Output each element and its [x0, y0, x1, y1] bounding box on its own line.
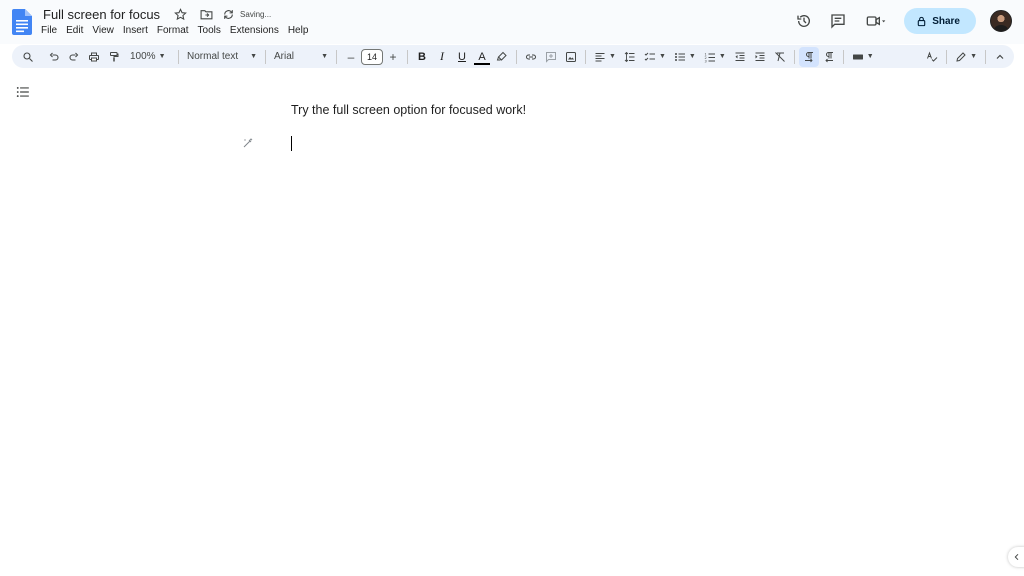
saving-status: Saving...: [240, 9, 272, 19]
toolbar-divider: [336, 49, 337, 64]
title-row: Full screen for focus Saving...: [41, 5, 271, 23]
chevron-down-icon: ▼: [609, 53, 616, 60]
docs-logo-icon[interactable]: [12, 9, 32, 35]
header-actions: Share: [784, 7, 1012, 35]
text-color-button[interactable]: A: [472, 47, 492, 67]
toolbar-divider: [407, 49, 408, 64]
print-icon[interactable]: [84, 47, 104, 67]
chevron-down-icon: ▼: [970, 53, 977, 60]
text-cursor: [291, 136, 292, 151]
star-icon[interactable]: [172, 6, 188, 22]
paint-format-icon[interactable]: [104, 47, 124, 67]
zoom-select[interactable]: 100% ▼: [128, 47, 174, 67]
toolbar: 100% ▼ Normal text ▼ Arial ▼ – 14 + B I …: [12, 45, 1014, 68]
add-comment-icon[interactable]: [541, 47, 561, 67]
italic-button[interactable]: I: [432, 47, 452, 67]
zoom-value: 100%: [130, 51, 156, 62]
chevron-down-icon: ▼: [158, 53, 166, 60]
chevron-down-icon: ▼: [321, 53, 328, 60]
toolbar-divider: [585, 49, 586, 64]
menu-edit[interactable]: Edit: [63, 23, 86, 38]
share-label: Share: [932, 15, 960, 27]
line-spacing-icon[interactable]: [620, 47, 640, 67]
ltr-icon[interactable]: [798, 46, 819, 67]
sync-icon: [220, 6, 236, 22]
edit-hint-icon[interactable]: [242, 137, 254, 149]
collapse-icon[interactable]: [990, 47, 1010, 67]
toolbar-divider: [946, 49, 948, 64]
share-button[interactable]: Share: [904, 8, 976, 34]
chevron-down-icon: ▼: [866, 53, 874, 60]
increase-font-size-button[interactable]: +: [383, 47, 403, 67]
chevron-down-icon: ▼: [688, 53, 696, 60]
image-icon[interactable]: [561, 47, 581, 67]
menu-help[interactable]: Help: [285, 23, 312, 38]
menu-view[interactable]: View: [89, 23, 117, 38]
toolbar-divider: [178, 49, 179, 64]
link-icon[interactable]: [521, 47, 541, 67]
comments-icon[interactable]: [824, 7, 852, 35]
menu-bar: File Edit View Insert Format Tools Exten…: [38, 23, 314, 38]
chevron-down-icon: ▼: [250, 53, 257, 60]
decrease-font-size-button[interactable]: –: [341, 47, 361, 67]
indent-decrease-icon[interactable]: [730, 47, 750, 67]
paragraph-style-value: Normal text: [187, 51, 239, 62]
menu-extensions[interactable]: Extensions: [227, 23, 282, 38]
font-select[interactable]: Arial ▼: [270, 47, 332, 67]
checklist-icon[interactable]: ▼: [640, 47, 670, 67]
document-body-text[interactable]: Try the full screen option for focused w…: [291, 103, 526, 117]
underline-button[interactable]: U: [452, 47, 472, 67]
paragraph-style-select[interactable]: Normal text ▼: [183, 47, 261, 67]
undo-icon[interactable]: [44, 47, 64, 67]
bold-button[interactable]: B: [412, 47, 432, 67]
menu-format[interactable]: Format: [154, 23, 192, 38]
bullet-list-icon[interactable]: ▼: [670, 47, 700, 67]
menu-file[interactable]: File: [38, 23, 60, 38]
move-folder-icon[interactable]: [198, 6, 214, 22]
font-size-input[interactable]: 14: [361, 48, 383, 65]
highlight-icon[interactable]: [492, 47, 512, 67]
font-value: Arial: [274, 51, 295, 62]
document-title[interactable]: Full screen for focus: [41, 7, 162, 22]
toolbar-divider: [265, 49, 266, 64]
svg-text:3: 3: [704, 59, 706, 63]
numbered-list-icon[interactable]: 1 2 3 ▼: [700, 47, 730, 67]
rtl-icon[interactable]: [819, 47, 839, 67]
outline-icon[interactable]: [16, 85, 30, 99]
meet-icon[interactable]: [858, 7, 894, 35]
align-icon[interactable]: ▼: [590, 47, 620, 67]
avatar[interactable]: [990, 10, 1012, 32]
chevron-down-icon: ▼: [658, 53, 666, 60]
redo-icon[interactable]: [64, 47, 84, 67]
editing-mode-icon[interactable]: ▼: [951, 47, 981, 67]
indent-increase-icon[interactable]: [750, 47, 770, 67]
input-tools-icon[interactable]: ▼: [848, 47, 878, 67]
spellcheck-icon[interactable]: [922, 47, 942, 67]
header: Full screen for focus Saving... File Edi…: [0, 0, 1024, 44]
toolbar-divider: [793, 49, 795, 64]
menu-tools[interactable]: Tools: [195, 23, 224, 38]
menu-insert[interactable]: Insert: [120, 23, 151, 38]
clear-format-icon[interactable]: [770, 47, 790, 67]
search-icon[interactable]: [18, 47, 38, 67]
side-panel-toggle[interactable]: [1008, 547, 1024, 567]
toolbar-divider: [842, 49, 844, 64]
toolbar-divider: [985, 49, 986, 64]
chevron-left-icon: [1014, 553, 1019, 561]
version-history-icon[interactable]: [790, 7, 818, 35]
lock-icon: [917, 16, 926, 26]
chevron-down-icon: ▼: [718, 53, 726, 60]
toolbar-divider: [516, 49, 517, 64]
